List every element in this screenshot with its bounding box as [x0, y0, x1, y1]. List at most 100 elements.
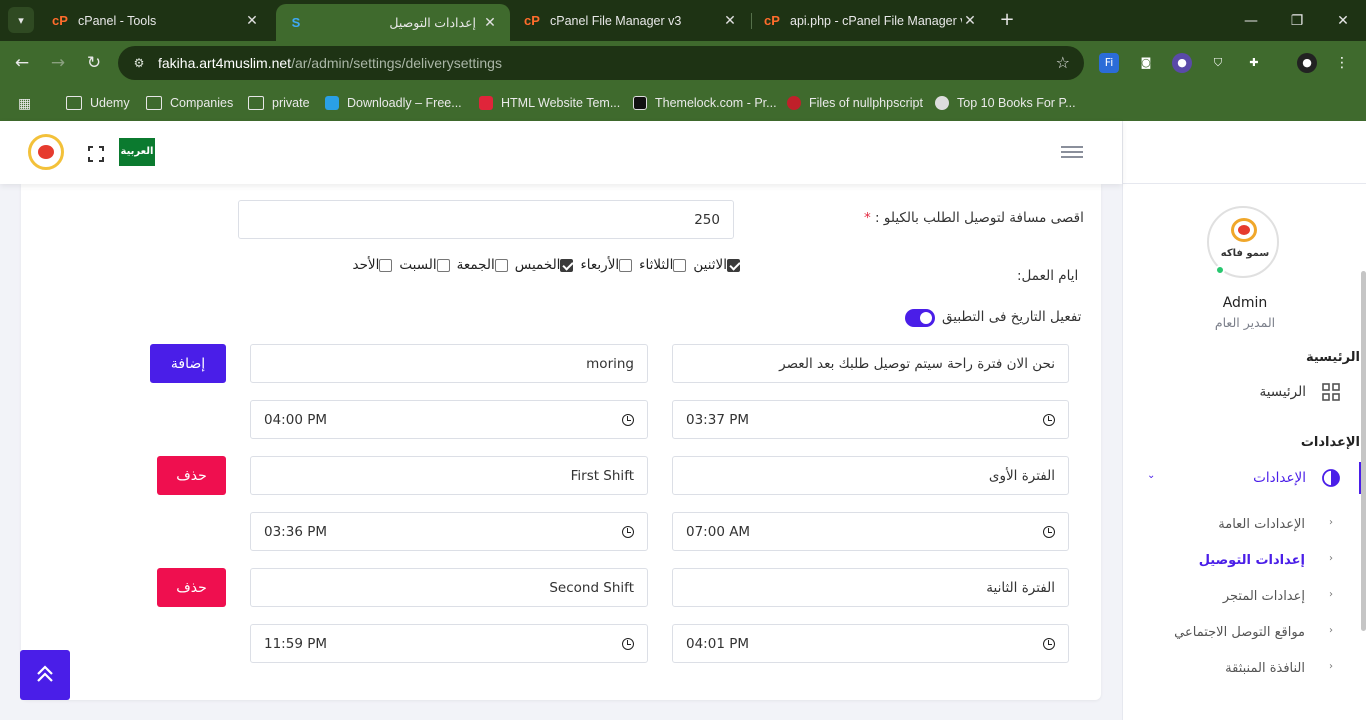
shift-time-to-input[interactable]: 11:59 PM: [250, 624, 648, 663]
shift-name-en-input[interactable]: moring: [250, 344, 648, 383]
tab-search-icon[interactable]: ▾: [8, 7, 34, 33]
bookmark-top-books[interactable]: Top 10 Books For P...: [935, 93, 1076, 113]
tab-delivery-settings[interactable]: S إعدادات التوصيل ✕: [276, 4, 510, 41]
tab-api-php[interactable]: cP api.php - cPanel File Manager v ✕: [752, 0, 990, 41]
scroll-to-top-button[interactable]: [20, 650, 70, 700]
puzzle-icon[interactable]: ✚: [1244, 53, 1264, 73]
bookmark-udemy[interactable]: Udemy: [66, 93, 130, 113]
close-icon[interactable]: ✕: [962, 12, 978, 29]
day-sunday[interactable]: الأحد: [352, 257, 395, 273]
add-shift-button[interactable]: إضافة: [150, 344, 226, 383]
delete-shift-button[interactable]: حذف: [157, 568, 226, 607]
delete-shift-button[interactable]: حذف: [157, 456, 226, 495]
shift-name-ar-input[interactable]: نحن الان فترة راحة سيتم توصيل طلبك بعد ا…: [672, 344, 1069, 383]
site-info-icon[interactable]: ⚙: [130, 54, 148, 72]
clock-icon[interactable]: [622, 637, 634, 650]
menu-kebab-icon[interactable]: ⋮: [1332, 53, 1352, 73]
reload-icon[interactable]: ↻: [82, 51, 106, 75]
clock-icon[interactable]: [622, 413, 634, 426]
checkbox[interactable]: [673, 258, 687, 272]
bookmark-nullphpscript[interactable]: Files of nullphpscript: [787, 93, 923, 113]
extension-badge-icon[interactable]: ●: [1172, 53, 1192, 73]
checkbox[interactable]: [494, 258, 508, 272]
shift-name-ar-input[interactable]: الفترة الثانية: [672, 568, 1069, 607]
clock-icon[interactable]: [1043, 525, 1055, 538]
sidebar-item-home[interactable]: الرئيسية: [1260, 384, 1307, 400]
back-icon[interactable]: ←: [10, 51, 34, 75]
profile-avatar-icon[interactable]: ●: [1297, 53, 1317, 73]
shield-icon[interactable]: ⛉: [1208, 53, 1228, 73]
forward-icon[interactable]: →: [46, 51, 70, 75]
bookmark-private[interactable]: private: [248, 93, 310, 113]
sidebar-sub-popup[interactable]: النافذة المنبثقة: [1225, 661, 1305, 676]
extension-fi-icon[interactable]: Fi: [1099, 53, 1119, 73]
bookmark-html-templates[interactable]: HTML Website Tem...: [479, 93, 620, 113]
tab-cpanel-tools[interactable]: cP cPanel - Tools ✕: [40, 0, 272, 41]
checkbox[interactable]: [379, 258, 393, 272]
tab-title: cPanel File Manager v3: [550, 13, 682, 28]
folder-icon: [248, 96, 264, 110]
day-thursday[interactable]: الخميس: [515, 257, 577, 273]
sidebar-header: [1123, 121, 1366, 184]
address-bar[interactable]: ⚙ fakiha.art4muslim.net/ar/admin/setting…: [118, 46, 1084, 80]
dashboard-icon[interactable]: [1322, 383, 1340, 401]
shift-time-from-input[interactable]: 07:00 AM: [672, 512, 1069, 551]
sidebar-scrollbar[interactable]: [1361, 271, 1366, 631]
tab-file-manager[interactable]: cP cPanel File Manager v3 ✕: [512, 0, 750, 41]
sidebar-sub-delivery[interactable]: إعدادات التوصيل: [1199, 553, 1305, 568]
clock-icon[interactable]: [622, 525, 634, 538]
globe-icon: [935, 96, 949, 110]
checkbox[interactable]: [727, 258, 740, 272]
close-icon[interactable]: ✕: [482, 14, 498, 31]
max-distance-input[interactable]: 250: [238, 200, 734, 239]
menu-toggle-icon[interactable]: [1061, 146, 1083, 160]
new-tab-icon[interactable]: +: [996, 9, 1018, 31]
shift-name-en-input[interactable]: Second Shift: [250, 568, 648, 607]
day-friday[interactable]: الجمعة: [457, 257, 511, 273]
checkbox[interactable]: [560, 258, 574, 272]
shift-time-to-input[interactable]: 03:36 PM: [250, 512, 648, 551]
brand-logo-text: سمو فاكه: [1220, 248, 1270, 259]
bookmarks-bar: ▦ Udemy Companies private Downloadly – F…: [0, 85, 1366, 121]
clock-icon[interactable]: [1043, 637, 1055, 650]
chevron-down-icon[interactable]: ⌄: [1147, 470, 1155, 481]
shift-time-from-input[interactable]: 04:01 PM: [672, 624, 1069, 663]
sidebar-sub-store[interactable]: إعدادات المتجر: [1223, 589, 1305, 604]
minimize-icon[interactable]: —: [1228, 0, 1274, 41]
bookmark-star-icon[interactable]: ☆: [1056, 53, 1070, 72]
section-title-settings: الإعدادات: [1300, 435, 1360, 450]
close-icon[interactable]: ✕: [722, 12, 738, 29]
settings-circle-icon[interactable]: [1321, 468, 1341, 488]
fullscreen-icon[interactable]: [88, 146, 104, 162]
checkbox[interactable]: [619, 258, 633, 272]
sidebar-sub-general[interactable]: الإعدادات العامة: [1218, 517, 1305, 532]
shift-time-from-input[interactable]: 03:37 PM: [672, 400, 1069, 439]
shift-name-en-input[interactable]: First Shift: [250, 456, 648, 495]
shift-name-ar-input[interactable]: الفترة الأوى: [672, 456, 1069, 495]
apps-grid-icon[interactable]: ▦: [18, 93, 31, 113]
apple-logo-icon: [1231, 218, 1257, 242]
close-icon[interactable]: ✕: [244, 12, 260, 29]
day-wednesday[interactable]: الأربعاء: [580, 257, 635, 273]
close-window-icon[interactable]: ✕: [1320, 0, 1366, 41]
downloadly-icon: [325, 96, 339, 110]
sidebar-item-settings[interactable]: الإعدادات: [1253, 470, 1306, 486]
app-logo[interactable]: [28, 134, 64, 170]
folder-icon: [66, 96, 82, 110]
date-toggle-switch[interactable]: [905, 309, 935, 327]
language-flag[interactable]: العربية: [119, 138, 155, 166]
bookmark-companies[interactable]: Companies: [146, 93, 233, 113]
shift-time-to-input[interactable]: 04:00 PM: [250, 400, 648, 439]
camera-icon[interactable]: ◙: [1136, 53, 1156, 73]
day-tuesday[interactable]: الثلاثاء: [639, 257, 689, 273]
work-days-label: ايام العمل:: [1017, 268, 1079, 284]
bookmark-downloadly[interactable]: Downloadly – Free...: [325, 93, 462, 113]
day-saturday[interactable]: السبت: [399, 257, 452, 273]
bookmark-themelock[interactable]: Themelock.com - Pr...: [633, 93, 777, 113]
sidebar-sub-social[interactable]: مواقع التوصل الاجتماعي: [1174, 625, 1305, 640]
maximize-icon[interactable]: ❐: [1274, 0, 1320, 41]
day-monday[interactable]: الاثنين: [693, 257, 743, 273]
clock-icon[interactable]: [1043, 413, 1055, 426]
date-toggle-label: تفعيل التاريخ فى التطبيق: [942, 309, 1082, 325]
checkbox[interactable]: [436, 258, 450, 272]
